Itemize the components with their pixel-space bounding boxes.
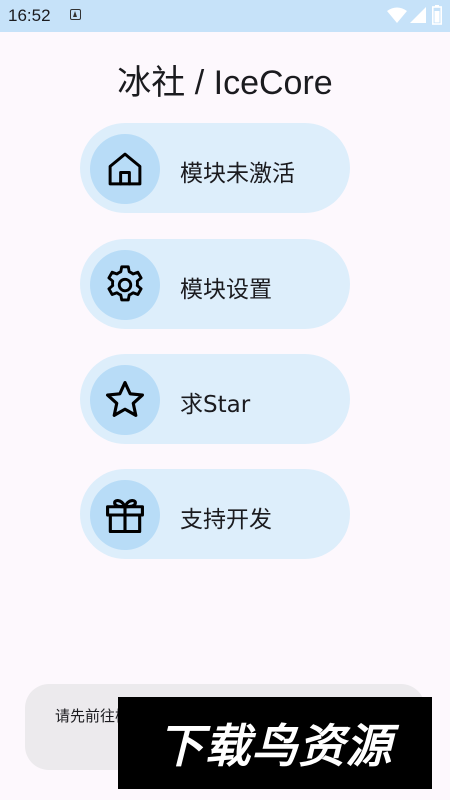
menu-label-module-settings: 模块设置: [180, 277, 272, 303]
status-time: 16:52: [8, 6, 51, 25]
app-title: 冰社 / IceCore: [117, 64, 333, 102]
home-icon: [90, 134, 160, 204]
star-icon: [90, 365, 160, 435]
menu-label-star: 求Star: [180, 392, 251, 418]
menu-label-support-development: 支持开发: [180, 507, 272, 533]
star-request-button[interactable]: 求Star: [80, 354, 350, 444]
battery-icon: [432, 5, 442, 25]
status-bar: 16:52: [0, 0, 450, 32]
module-settings-button[interactable]: 模块设置: [80, 239, 350, 329]
watermark-text: 下载鸟资源: [157, 719, 393, 773]
gift-icon: [90, 480, 160, 550]
support-development-button[interactable]: 支持开发: [80, 469, 350, 559]
watermark-logo: 下载鸟资源: [118, 697, 432, 789]
gear-icon: [90, 250, 160, 320]
wifi-icon: [387, 7, 407, 23]
module-inactive-button[interactable]: 模块未激活: [80, 123, 350, 213]
app-store-icon: [70, 9, 81, 20]
menu-label-module-inactive: 模块未激活: [180, 161, 295, 187]
signal-icon: [410, 7, 426, 23]
